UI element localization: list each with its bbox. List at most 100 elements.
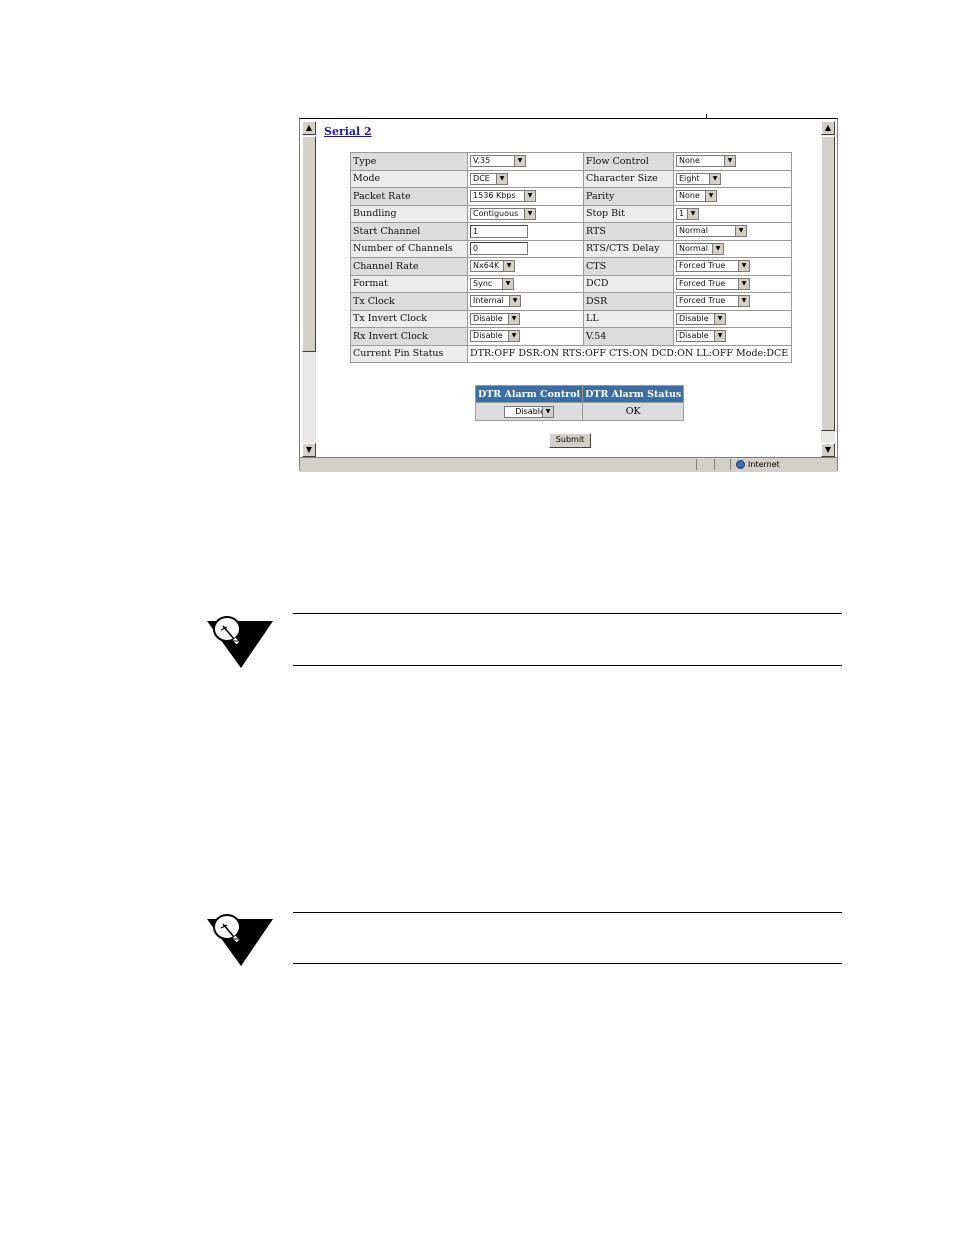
submit-button[interactable]: Submit: [549, 433, 591, 448]
chevron-down-icon: ▼: [496, 173, 508, 184]
scroll-thumb[interactable]: [302, 136, 316, 352]
field-label: Bundling: [349, 204, 469, 223]
status-divider: [730, 459, 731, 470]
packet-rate-select[interactable]: 1536 Kbps ▼: [470, 190, 537, 203]
field-label: Flow Control: [583, 152, 674, 171]
field-label: Number of Channels: [349, 239, 469, 258]
table-row: Current Pin Status DTR:OFF DSR:ON RTS:OF…: [349, 344, 792, 363]
chevron-down-icon: ▼: [687, 208, 698, 219]
number-of-channels-input[interactable]: 0: [470, 242, 529, 256]
dtr-alarm-control-select[interactable]: Disable ▼: [504, 405, 555, 418]
chevron-down-icon: ▼: [524, 208, 536, 219]
table-row: Packet Rate 1536 Kbps ▼ Parity None ▼: [349, 187, 792, 206]
field-label: DCD: [583, 274, 674, 293]
scroll-thumb[interactable]: [821, 136, 835, 431]
field-label: Mode: [349, 169, 469, 188]
dcd-select[interactable]: Forced True ▼: [676, 277, 750, 290]
tx-invert-clock-select[interactable]: Disable ▼: [470, 312, 521, 325]
format-select[interactable]: Sync ▼: [470, 277, 515, 290]
rx-invert-clock-select[interactable]: Disable ▼: [470, 330, 521, 343]
table-row: Rx Invert Clock Disable ▼ V.54 Disable ▼: [349, 327, 792, 346]
chevron-down-icon: ▼: [738, 278, 749, 289]
rts-select[interactable]: Normal ▼: [676, 225, 747, 238]
table-row: Format Sync ▼ DCD Forced True ▼: [349, 274, 792, 293]
chevron-down-icon: ▼: [508, 313, 520, 324]
table-row: Type V.35 ▼ Flow Control None ▼: [349, 152, 792, 171]
pin-status-label: Current Pin Status: [349, 344, 469, 363]
note-bottom-rule: [293, 665, 842, 666]
field-label: Type: [349, 152, 469, 171]
page-title-link[interactable]: Serial 2: [324, 125, 372, 138]
status-bar: Internet: [300, 457, 837, 472]
scroll-up-icon[interactable]: ▲: [302, 121, 316, 135]
table-row: Tx Invert Clock Disable ▼ LL Disable ▼: [349, 309, 792, 328]
pin-status-value: DTR:OFF DSR:ON RTS:OFF CTS:ON DCD:ON LL:…: [467, 344, 792, 363]
note-top-rule: [293, 912, 842, 913]
scroll-down-icon[interactable]: ▼: [302, 443, 316, 457]
dtr-alarm-control-header: DTR Alarm Control: [474, 385, 584, 403]
field-label: Format: [349, 274, 469, 293]
chevron-down-icon: ▼: [514, 156, 526, 167]
field-label: Packet Rate: [349, 187, 469, 206]
tx-clock-select[interactable]: Internal ▼: [470, 295, 522, 308]
browser-window: ▲ ▼ ▲ ▼ Serial 2 Type V.35 ▼ Flow Control…: [299, 118, 838, 472]
note-bottom-rule: [293, 963, 842, 964]
scroll-down-icon[interactable]: ▼: [821, 443, 835, 457]
lightbulb-note-icon: [207, 914, 273, 966]
note-top-rule: [293, 613, 842, 614]
chevron-down-icon: ▼: [509, 296, 521, 307]
stop-bit-select[interactable]: 1 ▼: [676, 207, 699, 220]
chevron-down-icon: ▼: [502, 278, 514, 289]
table-row: Tx Clock Internal ▼ DSR Forced True ▼: [349, 292, 792, 311]
rts-cts-delay-select[interactable]: Normal ▼: [676, 242, 724, 255]
channel-rate-select[interactable]: Nx64K ▼: [470, 260, 516, 273]
lightbulb-note-icon: [207, 616, 273, 668]
mode-select[interactable]: DCE ▼: [470, 172, 509, 185]
dtr-alarm-status-value: OK: [582, 402, 685, 421]
status-divider: [714, 459, 715, 470]
field-label: Tx Invert Clock: [349, 309, 469, 328]
chevron-down-icon: ▼: [542, 406, 554, 417]
chevron-down-icon: ▼: [738, 296, 749, 307]
field-label: CTS: [583, 257, 674, 276]
field-label: Channel Rate: [349, 257, 469, 276]
table-row: Start Channel 1 RTS Normal ▼: [349, 222, 792, 241]
chevron-down-icon: ▼: [735, 226, 746, 237]
flow-control-select[interactable]: None ▼: [676, 155, 736, 168]
chevron-down-icon: ▼: [738, 261, 749, 272]
cts-select[interactable]: Forced True ▼: [676, 260, 750, 273]
parity-select[interactable]: None ▼: [676, 190, 717, 203]
field-label: Start Channel: [349, 222, 469, 241]
field-label: Tx Clock: [349, 292, 469, 311]
chevron-down-icon: ▼: [524, 191, 536, 202]
right-scrollbar[interactable]: ▲ ▼: [821, 121, 835, 457]
scroll-up-icon[interactable]: ▲: [821, 121, 835, 135]
v54-select[interactable]: Disable ▼: [676, 330, 726, 343]
chevron-down-icon: ▼: [508, 331, 520, 342]
table-row: Mode DCE ▼ Character Size Eight ▼: [349, 169, 792, 188]
table-row: Number of Channels 0 RTS/CTS Delay Norma…: [349, 239, 792, 258]
field-label: Parity: [583, 187, 674, 206]
chevron-down-icon: ▼: [709, 173, 720, 184]
status-divider: [696, 459, 697, 470]
chevron-down-icon: ▼: [714, 313, 725, 324]
chevron-down-icon: ▼: [724, 156, 735, 167]
serial-config-table: Type V.35 ▼ Flow Control None ▼ Mode DCE ▼ …: [349, 152, 792, 363]
start-channel-input[interactable]: 1: [470, 224, 529, 238]
table-row: Bundling Contiguous ▼ Stop Bit 1 ▼: [349, 204, 792, 223]
dtr-alarm-table: DTR Alarm Control DTR Alarm Status Disab…: [474, 385, 685, 421]
field-label: V.54: [583, 327, 674, 346]
type-select[interactable]: V.35 ▼: [470, 155, 527, 168]
field-label: Stop Bit: [583, 204, 674, 223]
character-size-select[interactable]: Eight ▼: [676, 172, 721, 185]
dtr-alarm-status-header: DTR Alarm Status: [582, 385, 685, 403]
bundling-select[interactable]: Contiguous ▼: [470, 207, 537, 220]
left-scrollbar[interactable]: ▲ ▼: [302, 121, 316, 457]
chevron-down-icon: ▼: [503, 261, 515, 272]
field-label: RTS: [583, 222, 674, 241]
ll-select[interactable]: Disable ▼: [676, 312, 726, 325]
chevron-down-icon: ▼: [705, 191, 716, 202]
chevron-down-icon: ▼: [712, 243, 723, 254]
field-label: LL: [583, 309, 674, 328]
dsr-select[interactable]: Forced True ▼: [676, 295, 750, 308]
